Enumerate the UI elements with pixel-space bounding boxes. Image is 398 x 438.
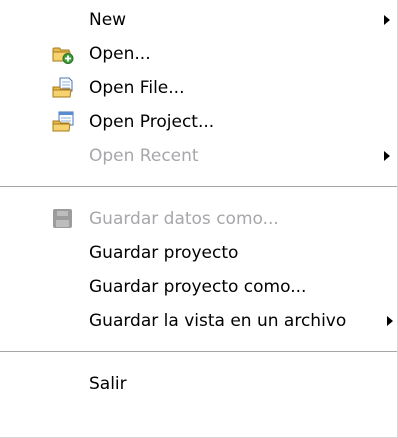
open-project-icon [52,111,74,133]
open-file-icon [52,77,74,99]
menu-item-label: New [89,10,127,30]
menu-item-save-project[interactable]: Guardar proyecto [0,236,397,270]
save-disk-icon [52,208,74,230]
submenu-arrow-icon [384,15,390,25]
menu-item-open-project[interactable]: Open Project... [0,105,397,139]
menu-item-label: Guardar proyecto como... [89,277,307,297]
menu-item-label: Guardar datos como... [89,209,279,229]
menu-item-label: Salir [89,374,127,394]
menu-item-label: Open... [89,44,151,64]
menu-item-save-project-as[interactable]: Guardar proyecto como... [0,270,397,304]
menu-item-open-recent[interactable]: Open Recent [0,139,397,173]
menu-item-label: Open Project... [89,112,215,132]
menu-item-save-data-as[interactable]: Guardar datos como... [0,202,397,236]
menu-item-label: Open File... [89,78,185,98]
menu-item-exit[interactable]: Salir [0,367,397,401]
menu-separator [0,351,397,353]
context-menu: New Open... Open File... Open Project...… [0,0,398,438]
submenu-arrow-icon [387,316,393,326]
submenu-arrow-icon [384,151,390,161]
menu-separator [0,186,397,188]
menu-item-open-file[interactable]: Open File... [0,71,397,105]
menu-item-label: Guardar proyecto [89,243,239,263]
menu-item-save-view-to-file[interactable]: Guardar la vista en un archivo [0,304,397,338]
menu-item-label: Open Recent [89,146,199,166]
menu-item-open[interactable]: Open... [0,37,397,71]
menu-item-new[interactable]: New [0,3,397,37]
menu-item-label: Guardar la vista en un archivo [89,311,347,331]
folder-open-icon [52,43,74,65]
